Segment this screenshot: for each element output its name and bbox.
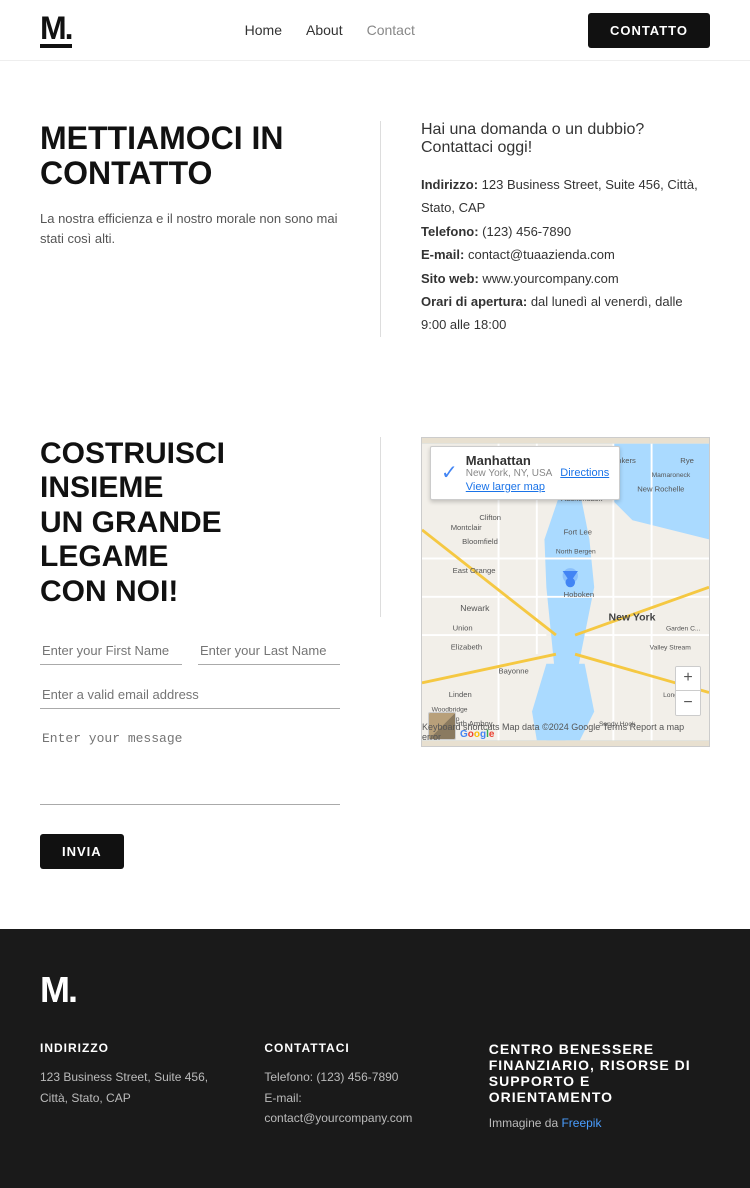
footer-contact-heading: CONTATTACI bbox=[264, 1041, 448, 1055]
vertical-divider bbox=[380, 121, 381, 337]
logo: M. bbox=[40, 12, 72, 48]
footer-address-col: INDIRIZZO 123 Business Street, Suite 456… bbox=[40, 1041, 224, 1133]
message-field-wrapper bbox=[40, 725, 340, 808]
email-field-wrapper bbox=[40, 681, 340, 709]
svg-text:Newark: Newark bbox=[460, 603, 490, 613]
form-area: COSTRUISCI INSIEME UN GRANDE LEGAME CON … bbox=[40, 437, 340, 870]
contact-info-section: METTIAMOCI IN CONTATTO La nostra efficie… bbox=[0, 61, 750, 397]
map-container[interactable]: New York Newark Hackensack Fort Lee Hobo… bbox=[421, 437, 710, 747]
svg-text:North Bergen: North Bergen bbox=[556, 548, 596, 555]
first-name-input[interactable] bbox=[40, 637, 182, 665]
map-popup: ✓ Manhattan New York, NY, USA View large… bbox=[430, 446, 620, 500]
footer-columns: INDIRIZZO 123 Business Street, Suite 456… bbox=[40, 1041, 710, 1133]
contact-intro: Hai una domanda o un dubbio? Contattaci … bbox=[421, 121, 710, 157]
map-footer-text: Keyboard shortcuts Map data ©2024 Google… bbox=[422, 722, 705, 742]
nav-contact[interactable]: Contact bbox=[367, 22, 415, 38]
zoom-out-button[interactable]: − bbox=[676, 691, 700, 715]
svg-text:Hoboken: Hoboken bbox=[564, 590, 595, 599]
footer-address-value: 123 Business Street, Suite 456, Città, S… bbox=[40, 1067, 224, 1108]
footer-contact-col: CONTATTACI Telefono: (123) 456-7890 E-ma… bbox=[264, 1041, 448, 1133]
map-pin-icon: ✓ bbox=[441, 460, 458, 485]
last-name-input[interactable] bbox=[198, 637, 340, 665]
svg-text:East Orange: East Orange bbox=[453, 566, 496, 575]
email-row bbox=[40, 681, 340, 709]
message-row bbox=[40, 725, 340, 808]
footer-phone: Telefono: (123) 456-7890 bbox=[264, 1067, 448, 1087]
footer-address-heading: INDIRIZZO bbox=[40, 1041, 224, 1055]
svg-text:Rye: Rye bbox=[680, 456, 694, 465]
nav: Home About Contact bbox=[245, 22, 415, 38]
form-map-section: COSTRUISCI INSIEME UN GRANDE LEGAME CON … bbox=[0, 397, 750, 930]
map-zoom-controls: + − bbox=[675, 666, 701, 716]
directions-link[interactable]: Directions bbox=[560, 467, 609, 479]
map-background: New York Newark Hackensack Fort Lee Hobo… bbox=[422, 438, 709, 746]
svg-text:Valley Stream: Valley Stream bbox=[650, 644, 692, 651]
web-line: Sito web: www.yourcompany.com bbox=[421, 267, 710, 290]
header: M. Home About Contact CONTATTO bbox=[0, 0, 750, 61]
view-larger-map-link[interactable]: View larger map bbox=[466, 481, 545, 493]
svg-text:Montclair: Montclair bbox=[451, 523, 482, 532]
svg-text:New Rochelle: New Rochelle bbox=[637, 484, 684, 493]
footer-logo: M. bbox=[40, 969, 710, 1011]
section2-title: COSTRUISCI INSIEME UN GRANDE LEGAME CON … bbox=[40, 437, 340, 610]
svg-text:New York: New York bbox=[609, 611, 656, 623]
phone-line: Telefono: (123) 456-7890 bbox=[421, 220, 710, 243]
svg-text:Garden C...: Garden C... bbox=[666, 625, 701, 632]
contatto-button[interactable]: CONTATTO bbox=[588, 13, 710, 48]
svg-text:Linden: Linden bbox=[449, 690, 472, 699]
first-name-field bbox=[40, 637, 182, 665]
nav-about[interactable]: About bbox=[306, 22, 343, 38]
section1-right: Hai una domanda o un dubbio? Contattaci … bbox=[421, 121, 710, 337]
svg-text:Elizabeth: Elizabeth bbox=[451, 642, 482, 651]
section1-subtitle: La nostra efficienza e il nostro morale … bbox=[40, 209, 340, 248]
freepik-link[interactable]: Freepik bbox=[561, 1116, 601, 1130]
svg-text:Fort Lee: Fort Lee bbox=[564, 527, 592, 536]
hours-line: Orari di apertura: dal lunedì al venerdì… bbox=[421, 290, 710, 337]
message-input[interactable] bbox=[40, 725, 340, 805]
submit-button[interactable]: INVIA bbox=[40, 834, 124, 869]
address-line: Indirizzo: 123 Business Street, Suite 45… bbox=[421, 173, 710, 220]
section1-title: METTIAMOCI IN CONTATTO bbox=[40, 121, 340, 191]
footer-right-text: Immagine da Freepik bbox=[489, 1113, 710, 1133]
svg-text:Bloomfield: Bloomfield bbox=[462, 537, 498, 546]
email-input[interactable] bbox=[40, 681, 340, 709]
svg-text:Clifton: Clifton bbox=[479, 513, 501, 522]
nav-home[interactable]: Home bbox=[245, 22, 282, 38]
email-line: E-mail: contact@tuaazienda.com bbox=[421, 243, 710, 266]
svg-text:Bayonne: Bayonne bbox=[499, 666, 529, 675]
svg-text:Mamaroneck: Mamaroneck bbox=[652, 472, 691, 479]
name-row bbox=[40, 637, 340, 665]
info-block: Indirizzo: 123 Business Street, Suite 45… bbox=[421, 173, 710, 337]
map-popup-text: Manhattan New York, NY, USA View larger … bbox=[466, 453, 553, 493]
vertical-divider-2 bbox=[380, 437, 381, 617]
zoom-in-button[interactable]: + bbox=[676, 667, 700, 691]
section1-left: METTIAMOCI IN CONTATTO La nostra efficie… bbox=[40, 121, 340, 337]
footer-right-heading: Centro benessere finanziario, risorse di… bbox=[489, 1041, 710, 1105]
footer-email: E-mail: contact@yourcompany.com bbox=[264, 1088, 448, 1129]
svg-text:Union: Union bbox=[453, 623, 473, 632]
last-name-field bbox=[198, 637, 340, 665]
footer: M. INDIRIZZO 123 Business Street, Suite … bbox=[0, 929, 750, 1187]
footer-right-col: Centro benessere finanziario, risorse di… bbox=[489, 1041, 710, 1133]
